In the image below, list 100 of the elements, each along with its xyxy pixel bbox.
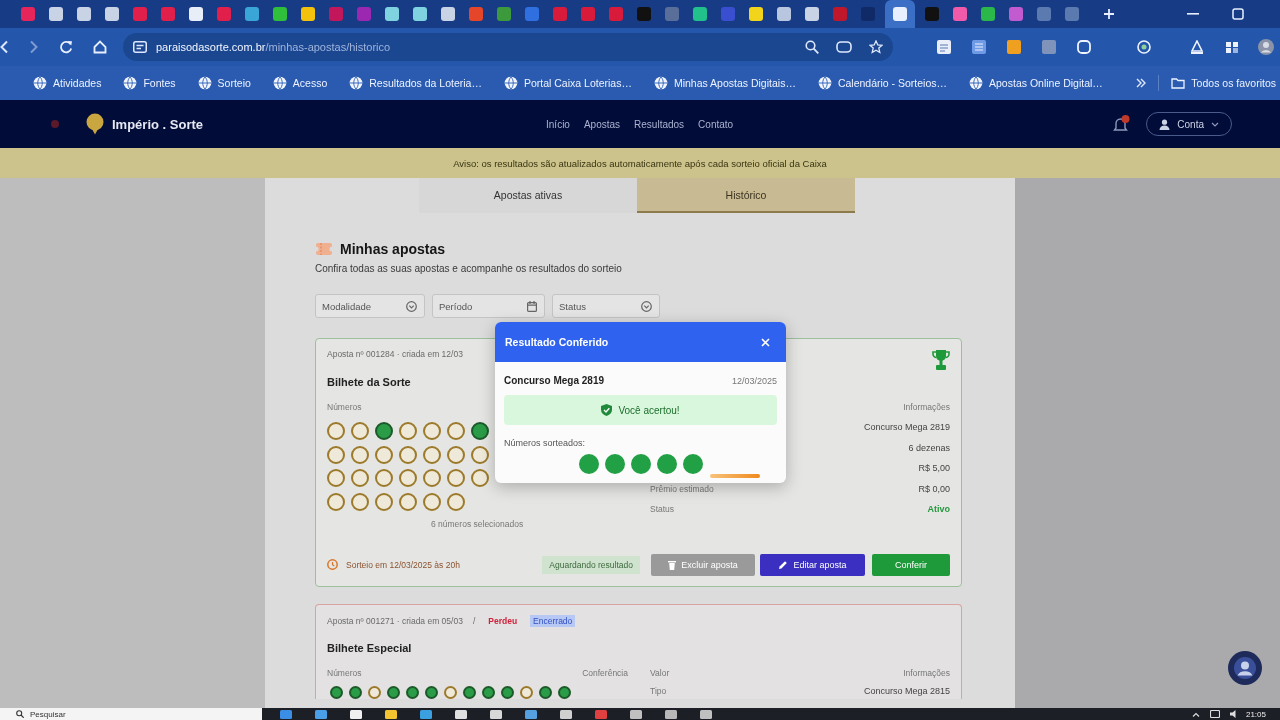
browser-tab[interactable] <box>885 0 915 28</box>
app-icon[interactable] <box>490 709 502 719</box>
ball-icon[interactable] <box>375 492 393 511</box>
ball-icon[interactable] <box>351 445 369 464</box>
filter-field[interactable]: Modalidade <box>315 294 425 318</box>
ball-icon[interactable] <box>471 445 489 464</box>
ball-icon[interactable] <box>447 492 465 511</box>
address-bar[interactable]: paraisodasorte.com.br/minhas-apostas/historico <box>123 33 893 61</box>
app-icon[interactable] <box>455 709 467 719</box>
bookmark-item[interactable]: Acesso <box>272 76 328 90</box>
bet-title: Bilhete da Sorte <box>327 376 411 388</box>
monitor-icon[interactable] <box>1209 710 1220 718</box>
ball-icon[interactable] <box>367 685 381 699</box>
ball-icon[interactable] <box>375 469 393 487</box>
close-icon <box>760 337 770 347</box>
ball-icon[interactable] <box>399 469 417 487</box>
nav-link[interactable]: Início <box>546 118 570 130</box>
ball-icon[interactable] <box>447 422 465 440</box>
bookmark-item[interactable]: Resultados da Loteria… <box>349 76 482 90</box>
ball-icon[interactable] <box>423 469 441 487</box>
square-outline-icon[interactable] <box>1077 40 1091 54</box>
nav-link[interactable]: Contato <box>698 118 734 130</box>
home-icon[interactable] <box>93 40 107 54</box>
bookmark-folder[interactable]: Todos os favoritos <box>1171 77 1276 89</box>
app-tile-icon[interactable] <box>1042 40 1056 54</box>
ball-icon[interactable] <box>538 685 552 699</box>
ball-icon[interactable] <box>500 685 514 699</box>
tab[interactable]: Histórico <box>637 178 855 213</box>
ball-icon[interactable] <box>405 685 419 699</box>
nav-link[interactable]: Resultados <box>634 118 685 130</box>
plus-icon[interactable] <box>1103 8 1115 20</box>
ball-icon[interactable] <box>399 492 417 511</box>
bookmark-item[interactable]: Portal Caixa Loterias… <box>503 76 632 90</box>
filter-field[interactable]: Período <box>432 294 545 318</box>
bookmark-item[interactable]: Atividades <box>33 76 102 90</box>
ball-icon[interactable] <box>348 685 362 699</box>
ball-icon[interactable] <box>399 445 417 464</box>
app-icon[interactable] <box>700 709 712 719</box>
bookmark-item[interactable]: Fontes <box>123 76 176 90</box>
search-icon[interactable] <box>805 40 819 54</box>
filter-field[interactable]: Status <box>552 294 660 318</box>
ball-icon[interactable] <box>351 469 369 487</box>
app-icon[interactable] <box>315 709 327 719</box>
app-icon[interactable] <box>525 709 537 719</box>
ball-icon[interactable] <box>399 422 417 440</box>
speaker-icon[interactable] <box>1229 710 1236 718</box>
more-bookmarks-button[interactable] <box>1136 78 1147 88</box>
back-icon[interactable] <box>0 40 9 54</box>
star-icon[interactable] <box>869 40 883 54</box>
bell-icon[interactable] <box>1112 115 1131 133</box>
url-text[interactable]: paraisodasorte.com.br/minhas-apostas/historico <box>156 41 391 53</box>
forward-icon[interactable] <box>29 40 39 54</box>
ball-icon[interactable] <box>443 685 457 699</box>
ball-icon[interactable] <box>481 685 495 699</box>
ball-icon[interactable] <box>423 422 441 440</box>
ball-icon[interactable] <box>519 685 533 699</box>
ball-icon[interactable] <box>327 469 345 487</box>
app-icon[interactable] <box>420 709 432 719</box>
avatar-icon[interactable] <box>1258 39 1274 55</box>
app-icon[interactable] <box>385 709 397 719</box>
bookmark-item[interactable]: Sorteio <box>197 76 251 90</box>
ball-icon[interactable] <box>447 469 465 487</box>
ball-icon[interactable] <box>471 469 489 487</box>
app-icon[interactable] <box>665 709 677 719</box>
ball-icon[interactable] <box>424 685 438 699</box>
screen-icon[interactable] <box>836 41 852 53</box>
app-icon[interactable] <box>560 709 572 719</box>
ball-icon[interactable] <box>471 422 489 440</box>
ball-icon[interactable] <box>423 492 441 511</box>
edit-button[interactable]: Editar aposta <box>760 553 865 576</box>
ball-icon[interactable] <box>386 685 400 699</box>
triangle-icon[interactable] <box>1190 40 1204 54</box>
app-icon[interactable] <box>630 709 642 719</box>
ball-icon[interactable] <box>351 422 369 440</box>
site-info-icon[interactable] <box>133 41 147 53</box>
ball-icon[interactable] <box>327 492 345 511</box>
bookmark-item[interactable]: Apostas Online Digital… <box>969 76 1103 90</box>
check-button[interactable]: Conferir <box>872 553 950 576</box>
ball-icon[interactable] <box>351 492 369 511</box>
tab[interactable]: Apostas ativas <box>419 178 637 213</box>
ball-icon[interactable] <box>327 422 345 440</box>
ball-icon[interactable] <box>557 685 571 699</box>
grid-icon[interactable] <box>1225 40 1239 54</box>
app-tile-icon[interactable] <box>972 40 986 54</box>
ball-icon[interactable] <box>329 685 343 699</box>
circle-icon[interactable] <box>1137 40 1151 54</box>
reload-icon[interactable] <box>59 40 73 54</box>
ball-icon[interactable] <box>375 445 393 464</box>
bookmark-item[interactable]: Calendário - Sorteios… <box>817 76 948 90</box>
chevron-up-icon[interactable] <box>1191 711 1200 717</box>
app-icon[interactable] <box>350 709 362 719</box>
bookmark-item[interactable]: Minhas Apostas Digitais… <box>653 76 796 90</box>
ball-icon[interactable] <box>447 445 465 464</box>
app-tile-icon[interactable] <box>1007 40 1021 54</box>
ball-icon[interactable] <box>423 445 441 464</box>
nav-link[interactable]: Apostas <box>583 118 621 130</box>
ball-icon[interactable] <box>462 685 476 699</box>
taskbar-search-field[interactable]: Pesquisar <box>0 708 262 720</box>
ball-icon[interactable] <box>327 445 345 464</box>
ball-icon[interactable] <box>375 422 393 440</box>
